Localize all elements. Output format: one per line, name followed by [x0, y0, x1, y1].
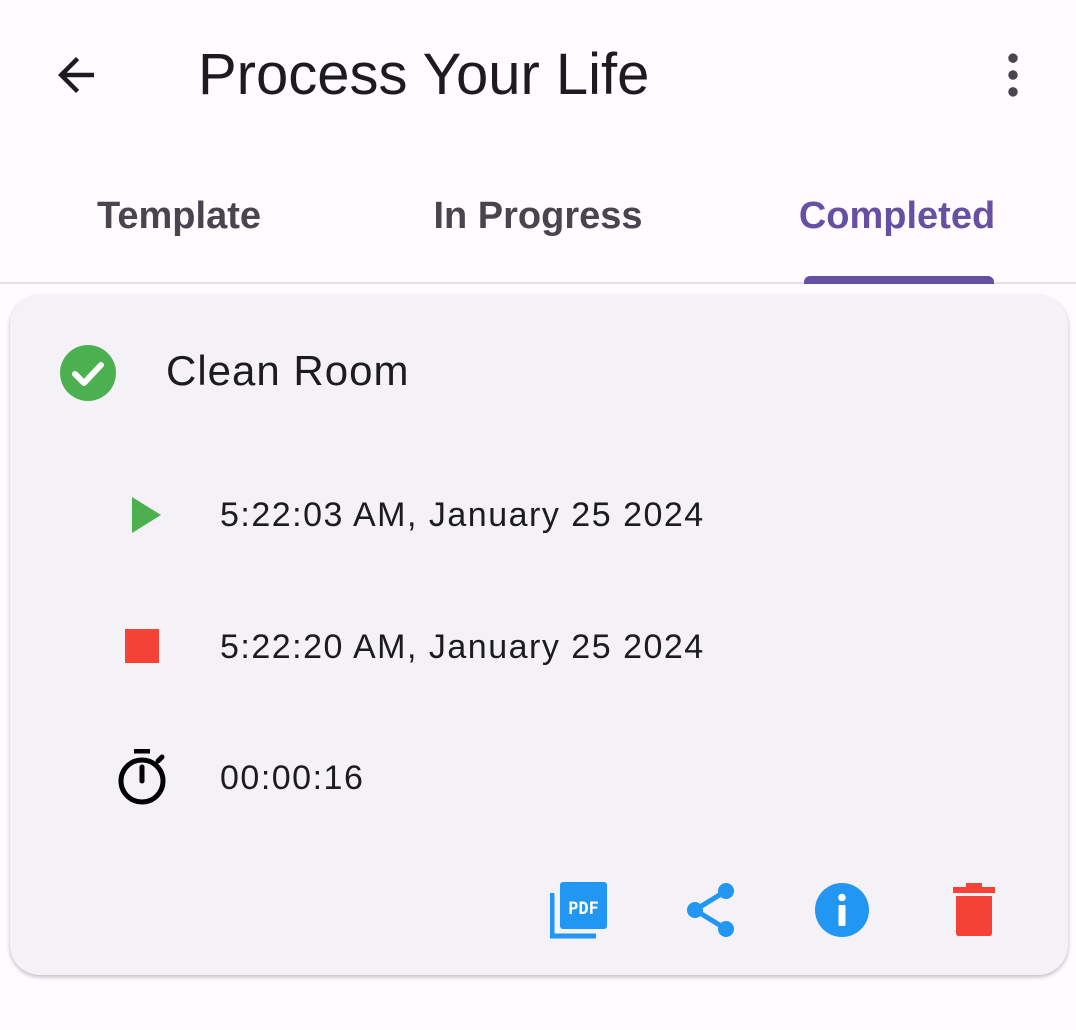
delete-icon — [953, 883, 995, 936]
pdf-icon: PDF — [550, 882, 607, 939]
stop-time: 5:22:20 AM, January 25 2024 — [220, 628, 705, 666]
info-icon — [815, 883, 869, 937]
more-vert-icon — [1008, 53, 1018, 97]
completed-process-card[interactable]: Clean Room 5:22:03 AM, January 25 2024 5… — [10, 295, 1068, 975]
check-circle-icon — [60, 345, 116, 401]
app-bar: Process Your Life — [0, 0, 1076, 150]
timer-icon — [112, 747, 172, 807]
export-pdf-button[interactable]: PDF — [544, 875, 614, 945]
stop-icon — [112, 616, 172, 676]
delete-button[interactable] — [939, 875, 1009, 945]
arrow-back-icon — [58, 57, 94, 93]
page-title: Process Your Life — [198, 42, 650, 107]
process-title: Clean Room — [166, 347, 410, 394]
back-button[interactable] — [36, 35, 116, 115]
active-tab-indicator — [804, 276, 994, 284]
svg-text:PDF: PDF — [568, 899, 599, 919]
info-button[interactable] — [807, 875, 877, 945]
more-options-button[interactable] — [973, 35, 1053, 115]
tab-completed[interactable]: Completed — [718, 150, 1076, 282]
start-time: 5:22:03 AM, January 25 2024 — [220, 496, 705, 534]
share-icon — [687, 883, 734, 937]
play-icon — [115, 485, 175, 545]
share-button[interactable] — [676, 875, 746, 945]
elapsed-duration: 00:00:16 — [220, 759, 365, 797]
tab-bar: Template In Progress Completed — [0, 150, 1076, 284]
tab-in-progress[interactable]: In Progress — [358, 150, 718, 282]
tab-template[interactable]: Template — [0, 150, 358, 282]
